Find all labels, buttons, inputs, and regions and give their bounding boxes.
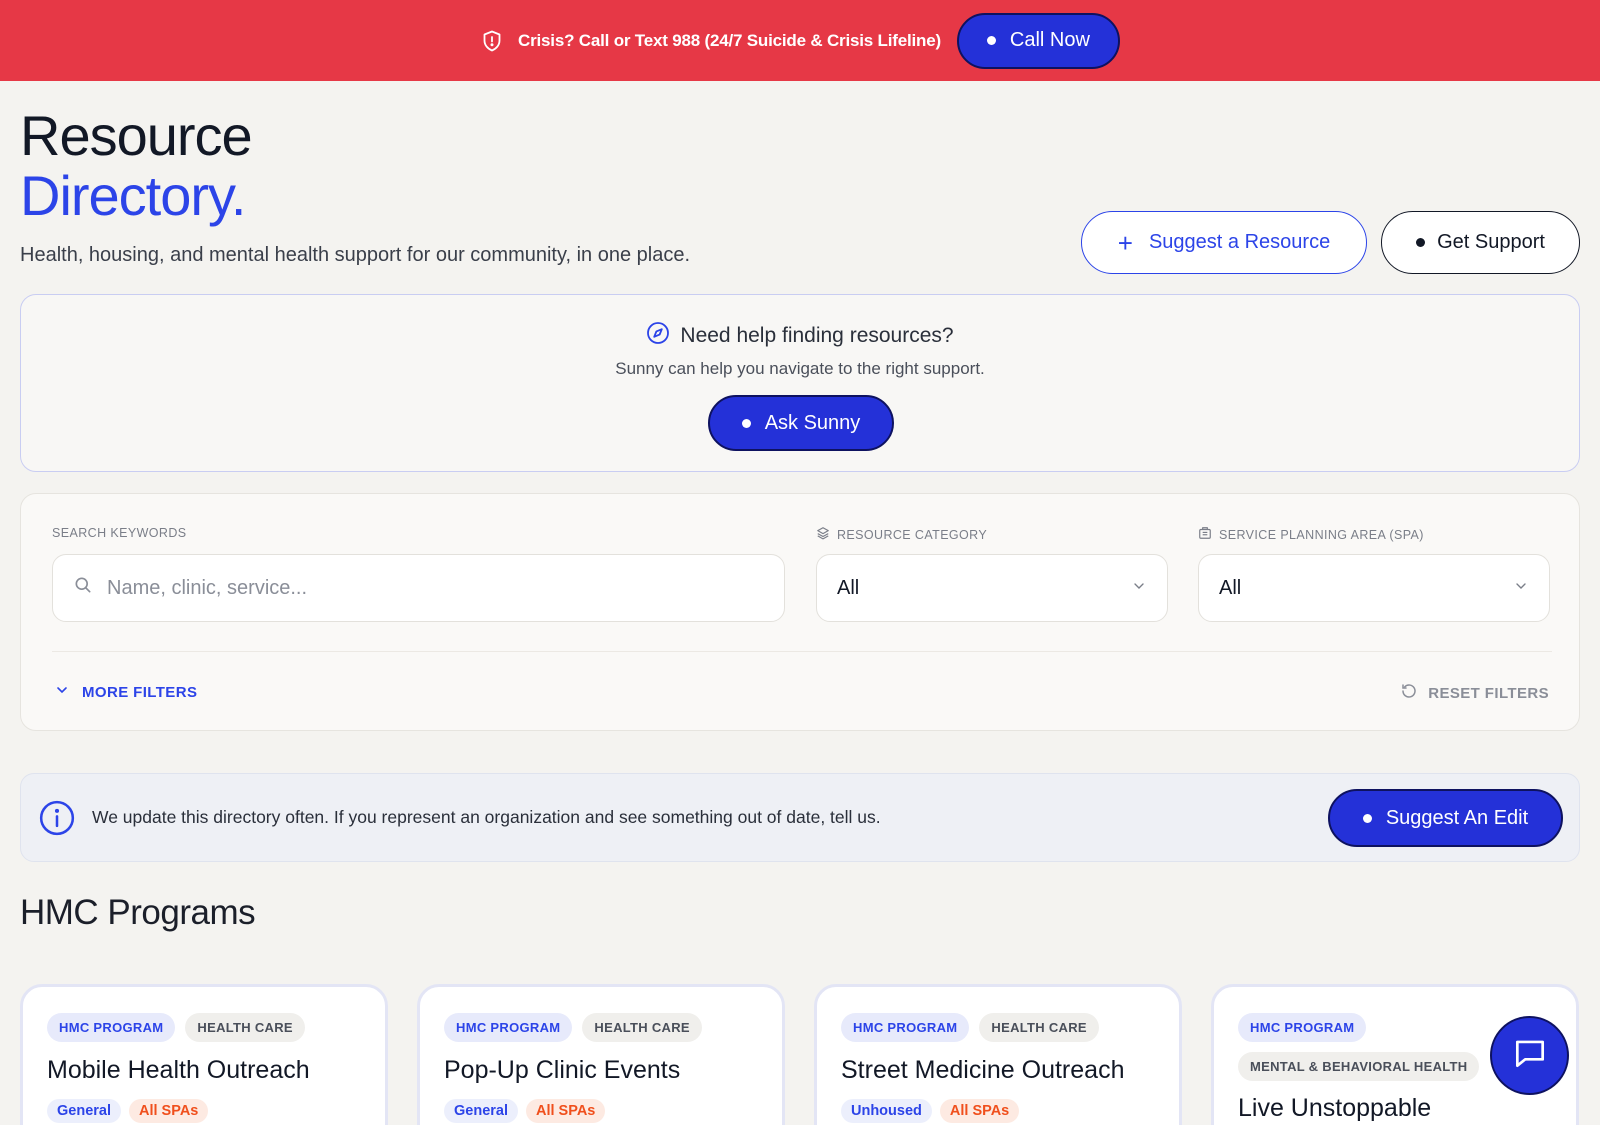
reset-filters-label: RESET FILTERS: [1428, 684, 1549, 702]
program-title: Street Medicine Outreach: [841, 1056, 1125, 1084]
sunny-heading: Need help finding resources?: [680, 324, 954, 347]
building-icon: [1198, 526, 1212, 543]
dot-icon: [1362, 813, 1372, 823]
chat-bubble-icon: [1511, 1034, 1549, 1077]
program-card[interactable]: HMC PROGRAM HEALTH CARE Street Medicine …: [814, 984, 1182, 1125]
chevron-down-icon: [54, 682, 70, 702]
reset-icon: [1400, 682, 1418, 704]
spa-value: All: [1219, 576, 1242, 599]
spa-label: SERVICE PLANNING AREA (SPA): [1219, 527, 1424, 542]
search-placeholder: Name, clinic, service...: [107, 576, 308, 599]
category-tag: HEALTH CARE: [185, 1013, 305, 1042]
program-card[interactable]: HMC PROGRAM HEALTH CARE Pop-Up Clinic Ev…: [417, 984, 785, 1125]
program-tag: HMC PROGRAM: [841, 1013, 970, 1042]
spa-label-row: SERVICE PLANNING AREA (SPA): [1198, 526, 1424, 543]
search-keywords-label: SEARCH KEYWORDS: [52, 526, 187, 540]
resource-category-label-row: RESOURCE CATEGORY: [816, 526, 987, 543]
resource-category-select[interactable]: All: [816, 554, 1168, 622]
search-icon: [73, 575, 93, 601]
program-tag: HMC PROGRAM: [47, 1013, 176, 1042]
crisis-text: Crisis? Call or Text 988 (24/7 Suicide &…: [518, 30, 941, 50]
suggest-edit-label: Suggest An Edit: [1385, 806, 1529, 829]
search-input[interactable]: Name, clinic, service...: [52, 554, 785, 622]
spa-chip: All SPAs: [526, 1099, 606, 1123]
category-tag: MENTAL & BEHAVIORAL HEALTH: [1238, 1052, 1480, 1081]
plus-icon: +: [1117, 227, 1133, 258]
dot-icon: [741, 418, 751, 428]
more-filters-toggle[interactable]: MORE FILTERS: [54, 682, 197, 702]
audience-chip: General: [444, 1099, 518, 1123]
suggest-edit-button[interactable]: Suggest An Edit: [1328, 789, 1563, 847]
resource-category-label: RESOURCE CATEGORY: [837, 527, 988, 542]
category-tag: HEALTH CARE: [582, 1013, 702, 1042]
program-tag: HMC PROGRAM: [1238, 1013, 1367, 1042]
audience-chip: Unhoused: [841, 1099, 932, 1123]
page-title-line2: Directory.: [20, 164, 246, 227]
suggest-resource-label: Suggest a Resource: [1148, 231, 1331, 253]
spa-chip: All SPAs: [129, 1099, 209, 1123]
info-icon: [38, 799, 76, 837]
filter-panel: SEARCH KEYWORDS Name, clinic, service...…: [20, 493, 1580, 731]
resource-category-value: All: [837, 576, 860, 599]
get-support-button[interactable]: Get Support: [1381, 211, 1580, 274]
program-title: Mobile Health Outreach: [47, 1056, 310, 1084]
spa-chip: All SPAs: [939, 1099, 1020, 1123]
call-now-button[interactable]: Call Now: [956, 12, 1120, 69]
dot-icon: [1416, 238, 1426, 247]
dot-icon: [986, 36, 996, 45]
filter-divider: [52, 651, 1552, 652]
category-tag: HEALTH CARE: [979, 1013, 1099, 1042]
update-notice-text: We update this directory often. If you r…: [92, 807, 881, 827]
sunny-subheading: Sunny can help you navigate to the right…: [615, 359, 985, 378]
audience-chip: General: [47, 1099, 121, 1123]
more-filters-label: MORE FILTERS: [82, 683, 198, 701]
update-notice: We update this directory often. If you r…: [20, 773, 1580, 862]
section-title: HMC Programs: [20, 893, 256, 932]
reset-filters-button[interactable]: RESET FILTERS: [1400, 682, 1549, 704]
suggest-resource-button[interactable]: + Suggest a Resource: [1081, 211, 1367, 274]
shield-alert-icon: [480, 29, 504, 53]
ask-sunny-button[interactable]: Ask Sunny: [708, 395, 894, 451]
get-support-label: Get Support: [1437, 231, 1545, 253]
sunny-help-card: Need help finding resources? Sunny can h…: [20, 294, 1580, 472]
chevron-down-icon: [1513, 577, 1529, 600]
program-tag: HMC PROGRAM: [444, 1013, 573, 1042]
program-title: Pop-Up Clinic Events: [444, 1056, 681, 1084]
program-title: Live Unstoppable: [1238, 1094, 1432, 1122]
chat-button[interactable]: [1490, 1016, 1569, 1095]
spa-select[interactable]: All: [1198, 554, 1550, 622]
call-now-label: Call Now: [1009, 29, 1090, 51]
sunny-heading-row: Need help finding resources?: [21, 321, 1579, 351]
page-subtitle: Health, housing, and mental health suppo…: [20, 244, 691, 266]
crisis-banner: Crisis? Call or Text 988 (24/7 Suicide &…: [0, 0, 1600, 81]
page-title-line1: Resource: [20, 104, 253, 167]
ask-sunny-label: Ask Sunny: [764, 411, 861, 434]
chevron-down-icon: [1131, 577, 1147, 600]
layers-icon: [816, 526, 830, 543]
program-card[interactable]: HMC PROGRAM HEALTH CARE Mobile Health Ou…: [20, 984, 388, 1125]
compass-icon: [646, 321, 670, 351]
